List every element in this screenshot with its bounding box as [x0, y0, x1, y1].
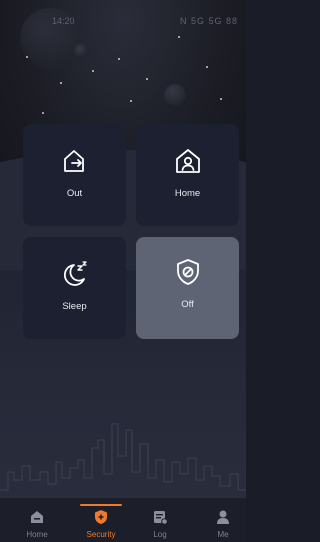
sleep-moon-icon	[63, 261, 87, 286]
city-skyline-decoration	[0, 423, 246, 491]
mode-label: Out	[66, 188, 83, 199]
mode-label: Sleep	[62, 301, 87, 312]
planet-decoration	[164, 84, 186, 106]
mode-label: Off	[181, 299, 194, 310]
home-icon	[31, 511, 43, 523]
status-indicators: N 5G 5G 88	[179, 16, 238, 26]
star-decoration	[220, 98, 222, 100]
star-decoration	[42, 112, 44, 114]
tab-me[interactable]: Me	[198, 498, 246, 542]
home-user-icon	[175, 149, 200, 173]
bottom-tab-bar: Home Security Log Me	[0, 498, 246, 542]
star-decoration	[206, 66, 208, 68]
star-decoration	[146, 78, 148, 80]
shield-off-icon	[176, 259, 199, 285]
star-decoration	[92, 70, 94, 72]
status-time: 14:20	[52, 16, 75, 26]
mode-label: Home	[174, 188, 201, 199]
tab-label: Me	[217, 530, 229, 539]
status-bar: 14:20 N 5G 5G 88	[0, 13, 246, 29]
mode-card-out[interactable]: Out	[23, 124, 126, 226]
tab-label: Log	[153, 530, 167, 539]
star-decoration	[118, 58, 120, 60]
star-decoration	[178, 36, 180, 38]
star-decoration	[26, 56, 28, 58]
planet-decoration	[74, 44, 88, 58]
tab-home[interactable]: Home	[12, 498, 62, 542]
active-tab-indicator	[80, 504, 122, 506]
log-icon	[154, 511, 168, 525]
mode-card-home[interactable]: Home	[136, 124, 239, 226]
tab-security[interactable]: Security	[76, 498, 126, 542]
tab-label: Security	[86, 530, 116, 539]
tab-log[interactable]: Log	[135, 498, 185, 542]
security-shield-icon	[95, 510, 107, 524]
star-decoration	[60, 82, 62, 84]
user-icon	[217, 510, 229, 524]
security-screen: 14:20 N 5G 5G 88 Out Home Sleep Off Home…	[0, 0, 246, 542]
tab-label: Home	[26, 530, 48, 539]
mode-card-off[interactable]: Off	[136, 237, 239, 339]
star-decoration	[130, 100, 132, 102]
leave-home-icon	[63, 150, 84, 172]
mode-card-sleep[interactable]: Sleep	[23, 237, 126, 339]
